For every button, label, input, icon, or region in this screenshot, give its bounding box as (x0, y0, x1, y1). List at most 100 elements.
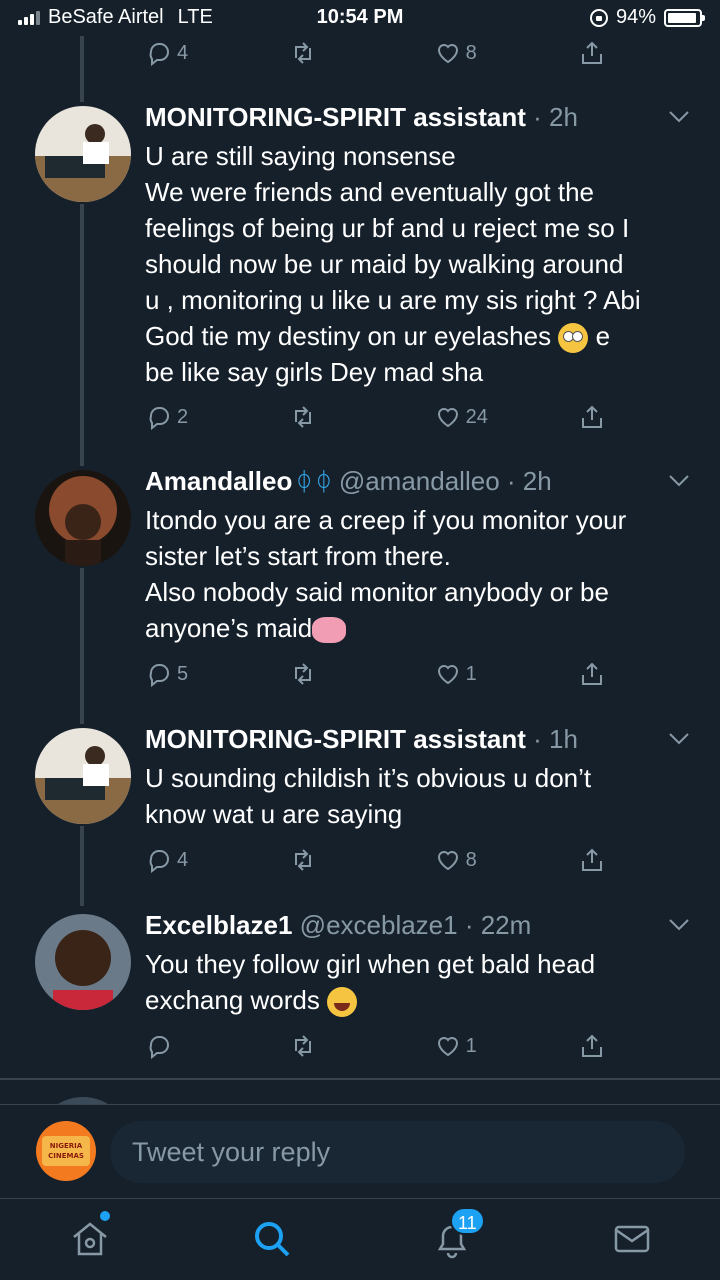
reply-composer: NIGERIA CINEMAS Tweet your reply (0, 1104, 720, 1198)
share-icon (581, 662, 602, 685)
avatar-logo-text: NIGERIA CINEMAS (42, 1136, 90, 1166)
tweet-line: u , monitoring u like u are my sis right… (145, 285, 641, 315)
display-name[interactable]: Amandalleo (145, 466, 292, 496)
next-tweet-partial[interactable] (0, 1085, 720, 1105)
retweet-button[interactable] (289, 1032, 379, 1060)
chevron-down-icon (669, 111, 689, 123)
share-icon (581, 1034, 602, 1057)
retweet-button[interactable] (289, 846, 379, 874)
like-button[interactable]: 1 (434, 660, 524, 688)
retweet-button[interactable] (289, 39, 379, 67)
avatar[interactable] (35, 914, 131, 1010)
tweet-line: We were friends and eventually got the (145, 177, 595, 207)
share-button[interactable] (578, 846, 610, 874)
share-icon (581, 848, 602, 871)
avatar-image (35, 914, 131, 1010)
tweet-actions: 5 1 (145, 657, 610, 691)
avatar-image (35, 470, 131, 566)
eye-roll-emoji-icon (558, 323, 589, 354)
tab-home[interactable] (68, 1211, 112, 1261)
like-count: 8 (465, 41, 477, 64)
divider (0, 1078, 720, 1080)
reply-icon (149, 43, 169, 67)
heart-icon (437, 408, 458, 428)
reply-button[interactable]: 2 (145, 403, 235, 431)
tweet-text: You they follow girl when get bald head … (145, 946, 695, 1018)
retweet-icon (295, 849, 312, 871)
chevron-down-icon (669, 475, 689, 487)
user-handle[interactable]: @exceblaze1 (300, 910, 458, 940)
display-name[interactable]: MONITORING-SPIRIT assistant (145, 724, 526, 754)
tweet-line-text: anyone’s maid (145, 613, 313, 643)
tweet-menu[interactable] (668, 918, 690, 932)
reply-button[interactable]: 5 (145, 660, 235, 688)
like-count: 1 (465, 662, 477, 685)
battery-fill (668, 12, 697, 23)
like-button[interactable]: 24 (434, 403, 524, 431)
like-count: 8 (465, 848, 477, 871)
like-button[interactable]: 8 (434, 39, 524, 67)
like-button[interactable]: 1 (434, 1032, 524, 1060)
avatar[interactable] (35, 470, 131, 566)
reply-icon (149, 407, 169, 431)
reply-button[interactable] (145, 1032, 235, 1060)
tab-search[interactable] (250, 1217, 294, 1261)
avatar[interactable] (35, 106, 131, 202)
tab-messages[interactable] (610, 1217, 654, 1261)
like-count: 1 (465, 1034, 477, 1057)
reply-button[interactable]: 4 (145, 846, 235, 874)
reply-count: 2 (177, 405, 189, 428)
reply-count: 5 (177, 662, 189, 685)
reply-icon (149, 850, 169, 874)
tweet-line: Itondo you are a creep if you monitor yo… (145, 505, 627, 535)
heart-icon (437, 665, 458, 685)
timestamp: 2h (549, 102, 578, 132)
reply-button[interactable]: 4 (145, 39, 235, 67)
tweet-menu[interactable] (668, 110, 690, 124)
home-icon (73, 1222, 107, 1256)
tweet-actions: 4 8 (145, 843, 610, 877)
butterfly-emoji-icon: ᛰ (315, 466, 332, 496)
tweet-header: Amandalleo ᛰ ᛰ @amandalleo · 2h (145, 466, 552, 496)
avatar-image (35, 728, 131, 824)
reply-count: 4 (177, 41, 189, 64)
retweet-icon (295, 42, 312, 64)
heart-icon (437, 1037, 458, 1057)
tweet-menu[interactable] (668, 474, 690, 488)
like-button[interactable]: 8 (434, 846, 524, 874)
tweet-menu[interactable] (668, 732, 690, 746)
share-button[interactable] (578, 660, 610, 688)
display-name[interactable]: MONITORING-SPIRIT assistant (145, 102, 526, 132)
butterfly-emoji-icon: ᛰ (296, 466, 312, 496)
reply-icon (149, 1036, 169, 1060)
tweet-line: You they follow girl when get bald head (145, 949, 596, 979)
reply-count: 4 (177, 848, 189, 871)
tweet-line: should now be ur maid by walking around (145, 249, 624, 279)
status-bar: BeSafe Airtel LTE 10:54 PM 94% (0, 0, 720, 36)
retweet-button[interactable] (289, 403, 379, 431)
tab-notifications[interactable]: 11 (430, 1207, 485, 1261)
tweet-line: U are still saying nonsense (145, 141, 456, 171)
tweet-actions: 4 8 (145, 36, 610, 70)
tweet-line: anyone’s maid (145, 610, 695, 646)
my-avatar[interactable]: NIGERIA CINEMAS (36, 1121, 96, 1181)
thread-line (80, 826, 84, 906)
avatar[interactable] (35, 728, 131, 824)
timestamp: 2h (522, 466, 552, 496)
tweet-actions: 2 24 (145, 400, 610, 434)
display-name[interactable]: Excelblaze1 (145, 910, 292, 940)
tweet-line: U sounding childish it’s obvious u don’t (145, 763, 592, 793)
tweet-line-text: exchang words (145, 985, 320, 1015)
retweet-button[interactable] (289, 660, 379, 688)
envelope-icon (614, 1225, 650, 1253)
timestamp: 1h (549, 724, 578, 754)
tweet-actions: 1 (145, 1029, 610, 1063)
user-handle[interactable]: @amandalleo (339, 466, 500, 496)
share-button[interactable] (578, 39, 610, 67)
share-button[interactable] (578, 403, 610, 431)
share-icon (581, 405, 602, 428)
reply-input[interactable]: Tweet your reply (110, 1121, 685, 1183)
battery-percent: 94% (615, 6, 656, 28)
share-button[interactable] (578, 1032, 610, 1060)
tweet-line-text: e (595, 321, 611, 351)
